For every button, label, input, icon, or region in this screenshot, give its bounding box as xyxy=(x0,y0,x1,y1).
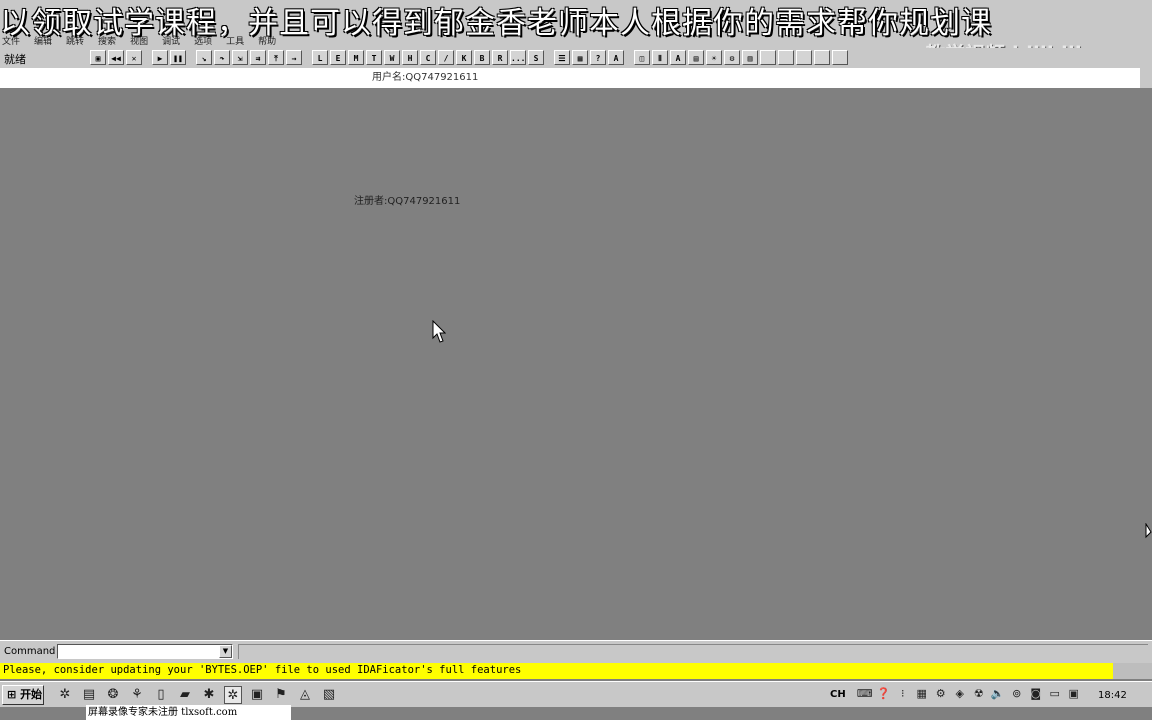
blank-button-4[interactable] xyxy=(814,50,830,65)
tool-icon-6[interactable]: ▣ xyxy=(248,686,266,704)
callstack-window-button[interactable]: K xyxy=(456,50,472,65)
debugger-task-icon[interactable]: ✲ xyxy=(224,686,242,704)
system-tray: CH ⌨ ❓ ⁝ ▦ ⚙ ◈ ☢ 🔈 ⊚ ◙ ▭ ▣ xyxy=(830,686,1082,702)
breakpoints-window-button[interactable]: B xyxy=(474,50,490,65)
asm-icon[interactable]: A xyxy=(670,50,686,65)
tool-icon-9[interactable]: ▧ xyxy=(320,686,338,704)
gear-tray-icon[interactable]: ⚙ xyxy=(933,686,949,702)
plugin-icon[interactable]: ◫ xyxy=(634,50,650,65)
recorder-watermark: 屏幕录像专家未注册 tlxsoft.com xyxy=(86,705,291,720)
gear-icon[interactable]: ⚙ xyxy=(724,50,740,65)
command-output-field xyxy=(238,644,1148,659)
edge-cursor-icon xyxy=(1145,523,1152,539)
blank-button-3[interactable] xyxy=(796,50,812,65)
mouse-cursor-icon xyxy=(432,320,446,343)
help-icon[interactable]: ? xyxy=(590,50,606,65)
shield-icon[interactable]: ◈ xyxy=(952,686,968,702)
input-icon[interactable]: ⁝ xyxy=(895,686,911,702)
idafy-icon[interactable]: Ⅱ xyxy=(652,50,668,65)
windows-window-button[interactable]: W xyxy=(384,50,400,65)
trace-into-icon[interactable]: ⇲ xyxy=(232,50,248,65)
tool-icon-7[interactable]: ⚑ xyxy=(272,686,290,704)
toolbar-buttons: ▣ ◀◀ ✕ ▶ ❚❚ ↘ ↷ ⇲ ⇉ ⤒ → L E M T W H C / … xyxy=(90,50,848,65)
windows-logo-icon: ⊞ xyxy=(7,688,17,701)
record-icon[interactable]: ◙ xyxy=(1028,686,1044,702)
modules-window-button[interactable]: E xyxy=(330,50,346,65)
open-icon[interactable]: ▣ xyxy=(90,50,106,65)
quick-launch: ✲ ▤ ❂ ⚘ ▯ ▰ ✱ ✲ ▣ ⚑ ◬ ▧ xyxy=(56,686,338,704)
help-circle-icon[interactable]: ❓ xyxy=(876,686,892,702)
command-bar: Command ▼ xyxy=(0,640,1152,663)
keyboard-icon[interactable]: ⌨ xyxy=(857,686,873,702)
folder-icon[interactable]: ▰ xyxy=(176,686,194,704)
options-icon[interactable]: ▦ xyxy=(572,50,588,65)
right-edge-panel xyxy=(1140,48,1152,88)
rewind-icon[interactable]: ◀◀ xyxy=(108,50,124,65)
speaker-icon[interactable]: 🔈 xyxy=(990,686,1006,702)
menu-bar: 文件 编辑 跳转 搜索 视图 调试 选项 工具 帮助 以领取试学课程，并且可以得… xyxy=(0,0,1152,66)
memory-window-button[interactable]: M xyxy=(348,50,364,65)
security-icon[interactable]: ☢ xyxy=(971,686,987,702)
tool-icon-5[interactable]: ▯ xyxy=(152,686,170,704)
cpu-window-button[interactable]: C xyxy=(420,50,436,65)
registration-label: 注册者:QQ747921611 xyxy=(354,196,461,207)
blank-button-1[interactable] xyxy=(760,50,776,65)
tool-icon-8[interactable]: ◬ xyxy=(296,686,314,704)
handles-window-button[interactable]: H xyxy=(402,50,418,65)
status-message-bar: Please, consider updating your 'BYTES.OE… xyxy=(0,663,1113,679)
sun-icon[interactable]: ☀ xyxy=(706,50,722,65)
references-window-button[interactable]: R xyxy=(492,50,508,65)
taskbar: ⊞ 开始 ✲ ▤ ❂ ⚘ ▯ ▰ ✱ ✲ ▣ ⚑ ◬ ▧ CH ⌨ ❓ ⁝ ▦ … xyxy=(0,681,1152,708)
bug-icon[interactable]: ✱ xyxy=(200,686,218,704)
bookmark-icon[interactable]: ▤ xyxy=(688,50,704,65)
status-ready-label: 就绪 xyxy=(4,53,26,66)
tool-icon-1[interactable]: ✲ xyxy=(56,686,74,704)
blank-button-2[interactable] xyxy=(778,50,794,65)
patches-window-button[interactable]: / xyxy=(438,50,454,65)
command-label: Command xyxy=(4,646,56,657)
chevron-down-icon[interactable]: ▼ xyxy=(219,645,232,658)
toolbar: 就绪 ▣ ◀◀ ✕ ▶ ❚❚ ↘ ↷ ⇲ ⇉ ⤒ → L E M T W H C… xyxy=(0,48,1152,69)
network-icon[interactable]: ▦ xyxy=(914,686,930,702)
run-icon[interactable]: ▶ xyxy=(152,50,168,65)
close-icon[interactable]: ✕ xyxy=(126,50,142,65)
start-label: 开始 xyxy=(20,688,43,701)
trace-over-icon[interactable]: ⇉ xyxy=(250,50,266,65)
mdi-workspace xyxy=(0,88,1152,640)
pause-icon[interactable]: ❚❚ xyxy=(170,50,186,65)
run-trace-window-button[interactable]: ... xyxy=(510,50,526,65)
clock[interactable]: 18:42 xyxy=(1098,690,1127,701)
lock-icon[interactable]: ⊚ xyxy=(1009,686,1025,702)
command-input[interactable] xyxy=(57,644,233,659)
display-icon[interactable]: ▭ xyxy=(1047,686,1063,702)
tool-icon-4[interactable]: ⚘ xyxy=(128,686,146,704)
source-window-button[interactable]: S xyxy=(528,50,544,65)
goto-icon[interactable]: → xyxy=(286,50,302,65)
step-over-icon[interactable]: ↷ xyxy=(214,50,230,65)
step-into-icon[interactable]: ↘ xyxy=(196,50,212,65)
tool-icon-3[interactable]: ❂ xyxy=(104,686,122,704)
start-button[interactable]: ⊞ 开始 xyxy=(2,685,44,705)
user-info-bar: 用户名:QQ747921611 xyxy=(0,68,1140,88)
username-label: 用户名:QQ747921611 xyxy=(372,72,479,83)
font-icon[interactable]: A xyxy=(608,50,624,65)
status-message-text: Please, consider updating your 'BYTES.OE… xyxy=(3,664,522,676)
list-icon[interactable]: ☰ xyxy=(554,50,570,65)
status-bar-grip xyxy=(1113,663,1152,679)
tool-icon-2[interactable]: ▤ xyxy=(80,686,98,704)
threads-window-button[interactable]: T xyxy=(366,50,382,65)
blank-button-5[interactable] xyxy=(832,50,848,65)
ime-indicator[interactable]: CH xyxy=(830,689,846,700)
log-window-button[interactable]: L xyxy=(312,50,328,65)
table-icon[interactable]: ▥ xyxy=(742,50,758,65)
execute-till-return-icon[interactable]: ⤒ xyxy=(268,50,284,65)
monitor-icon[interactable]: ▣ xyxy=(1066,686,1082,702)
